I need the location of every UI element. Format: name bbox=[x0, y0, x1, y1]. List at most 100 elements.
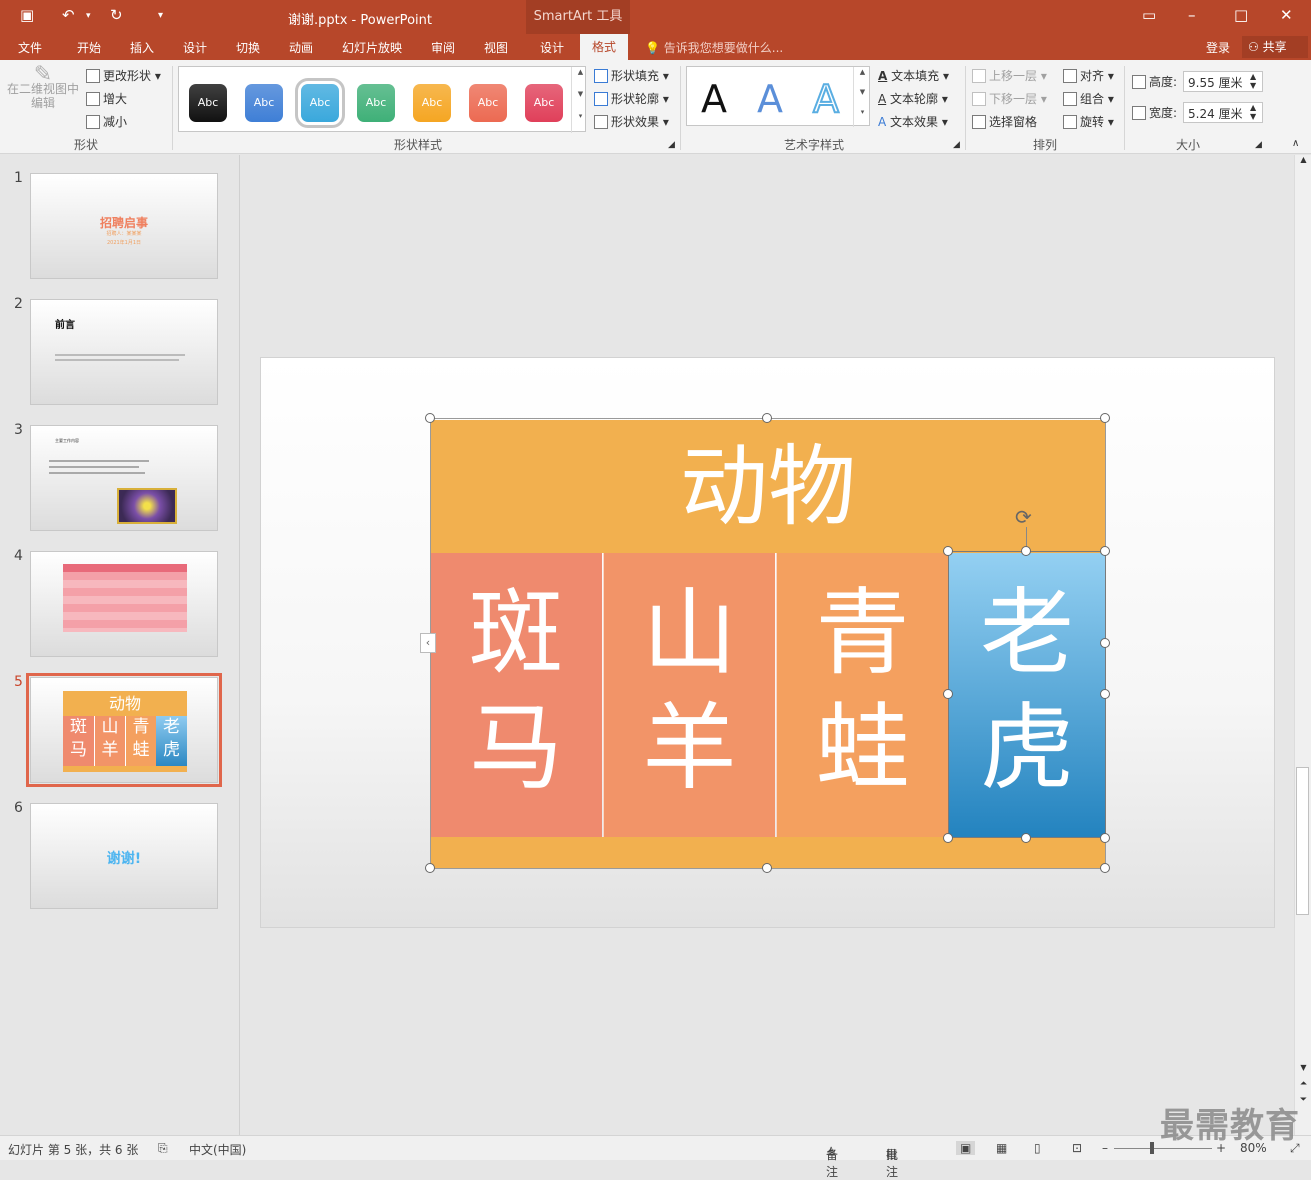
slideshow-icon[interactable]: ⊡ bbox=[1072, 1141, 1082, 1155]
width-spinner-icon[interactable]: ▲ ▼ bbox=[1250, 103, 1256, 121]
zoom-out-icon[interactable]: – bbox=[1102, 1141, 1108, 1155]
style-swatch-red[interactable]: Abc bbox=[525, 84, 563, 122]
redo-icon[interactable]: ↻ bbox=[110, 6, 123, 24]
wordart-black[interactable]: A bbox=[701, 77, 727, 121]
save-icon[interactable]: ▣ bbox=[20, 6, 34, 24]
text-pane-toggle-icon[interactable]: ‹ bbox=[420, 633, 436, 653]
shape-outline-button[interactable]: 形状轮廓 ▾ bbox=[594, 90, 669, 107]
shape-fill-button[interactable]: 形状填充 ▾ bbox=[594, 67, 669, 84]
undo-dropdown-icon[interactable]: ▾ bbox=[86, 11, 91, 21]
resize-handle[interactable] bbox=[762, 863, 772, 873]
smaller-button[interactable]: 减小 bbox=[86, 113, 127, 130]
bring-forward-button[interactable]: 上移一层 ▾ bbox=[972, 67, 1047, 84]
wordart-more-icon[interactable]: ▾ bbox=[853, 107, 871, 127]
undo-icon[interactable]: ↶ bbox=[62, 6, 75, 24]
zoom-slider-track[interactable] bbox=[1114, 1148, 1212, 1149]
slide-thumb-1[interactable]: 招聘启事 招聘人：某某某 2021年1月1日 bbox=[30, 173, 218, 279]
wordart-up-icon[interactable]: ▲ bbox=[853, 67, 871, 87]
selection-pane-button[interactable]: 选择窗格 bbox=[972, 113, 1037, 130]
style-swatch-lightblue[interactable]: Abc bbox=[295, 78, 345, 128]
tab-format[interactable]: 格式 bbox=[580, 34, 629, 60]
share-button[interactable]: ⚇ 共享 bbox=[1242, 36, 1308, 58]
slide-thumb-5[interactable]: 动物 斑马 山羊 青蛙 老虎 bbox=[26, 673, 222, 787]
resize-handle[interactable] bbox=[943, 689, 953, 699]
minimize-icon[interactable]: – bbox=[1188, 6, 1196, 24]
resize-handle[interactable] bbox=[425, 413, 435, 423]
collapse-ribbon-icon[interactable]: ∧ bbox=[1292, 138, 1299, 149]
resize-handle[interactable] bbox=[425, 863, 435, 873]
tab-transitions[interactable]: 切换 bbox=[236, 39, 260, 56]
maximize-icon[interactable]: □ bbox=[1234, 6, 1248, 24]
tab-review[interactable]: 审阅 bbox=[431, 39, 455, 56]
larger-button[interactable]: 增大 bbox=[86, 90, 127, 107]
tell-me-search[interactable]: 💡 告诉我您想要做什么... bbox=[645, 39, 783, 56]
customize-qat-icon[interactable]: ▾ bbox=[158, 10, 163, 21]
resize-handle[interactable] bbox=[1021, 546, 1031, 556]
dialog-launcher-icon[interactable]: ◢ bbox=[1255, 140, 1262, 150]
resize-handle[interactable] bbox=[1100, 413, 1110, 423]
tab-file[interactable]: 文件 bbox=[18, 39, 42, 56]
resize-handle[interactable] bbox=[1100, 638, 1110, 648]
change-shape-button[interactable]: 更改形状 ▾ bbox=[86, 67, 161, 84]
scroll-up-icon[interactable]: ▲ bbox=[1295, 155, 1311, 169]
text-effects-button[interactable]: A 文本效果 ▾ bbox=[878, 113, 948, 130]
resize-handle[interactable] bbox=[1021, 833, 1031, 843]
resize-handle[interactable] bbox=[943, 833, 953, 843]
group-label-shape: 形状 bbox=[74, 138, 99, 152]
slide-thumb-4[interactable] bbox=[30, 551, 218, 657]
style-swatch-green[interactable]: Abc bbox=[357, 84, 395, 122]
resize-handle[interactable] bbox=[1100, 546, 1110, 556]
gallery-up-icon[interactable]: ▲ bbox=[571, 67, 589, 89]
tab-home[interactable]: 开始 bbox=[77, 39, 101, 56]
rotate-button[interactable]: 旋转 ▾ bbox=[1063, 113, 1114, 130]
style-swatch-black[interactable]: Abc bbox=[189, 84, 227, 122]
tab-view[interactable]: 视图 bbox=[484, 39, 508, 56]
ribbon-display-icon[interactable]: ▭ bbox=[1142, 6, 1156, 24]
shape-effects-button[interactable]: 形状效果 ▾ bbox=[594, 113, 669, 130]
height-spinner-icon[interactable]: ▲ ▼ bbox=[1250, 72, 1256, 90]
text-outline-button[interactable]: A 文本轮廓 ▾ bbox=[878, 90, 948, 107]
tab-animations[interactable]: 动画 bbox=[289, 39, 313, 56]
style-swatch-orange[interactable]: Abc bbox=[413, 84, 451, 122]
normal-view-icon[interactable]: ▣ bbox=[956, 1141, 976, 1155]
gallery-more-icon[interactable]: ▾ bbox=[571, 111, 589, 133]
reading-view-icon[interactable]: ▯ bbox=[1034, 1141, 1041, 1155]
tab-insert[interactable]: 插入 bbox=[130, 39, 154, 56]
wordart-down-icon[interactable]: ▼ bbox=[853, 87, 871, 107]
wordart-outline[interactable]: A bbox=[812, 76, 840, 122]
prev-slide-icon[interactable]: ⏶ bbox=[1295, 1079, 1311, 1093]
vertical-scrollbar[interactable]: ▲ ▼ ⏶ ⏷ bbox=[1294, 155, 1311, 1135]
slide-thumb-6[interactable]: 谢谢! bbox=[30, 803, 218, 909]
login-button[interactable]: 登录 bbox=[1206, 39, 1230, 56]
resize-handle[interactable] bbox=[1100, 833, 1110, 843]
text-fill-button[interactable]: A 文本填充 ▾ bbox=[878, 67, 949, 84]
wordart-blue[interactable]: A bbox=[757, 77, 783, 121]
rotate-handle-icon[interactable]: ⟳ bbox=[1015, 505, 1032, 529]
dialog-launcher-icon[interactable]: ◢ bbox=[668, 140, 675, 150]
send-backward-button[interactable]: 下移一层 ▾ bbox=[972, 90, 1047, 107]
thumb-text-line bbox=[49, 466, 139, 468]
tab-design[interactable]: 设计 bbox=[183, 39, 207, 56]
gallery-down-icon[interactable]: ▼ bbox=[571, 89, 589, 111]
scroll-down-icon[interactable]: ▼ bbox=[1295, 1063, 1311, 1077]
resize-handle[interactable] bbox=[1100, 689, 1110, 699]
zoom-slider-thumb[interactable] bbox=[1150, 1142, 1154, 1154]
slide-thumb-2[interactable]: 前言 bbox=[30, 299, 218, 405]
slide-sorter-icon[interactable]: ▦ bbox=[996, 1141, 1007, 1155]
group-button[interactable]: 组合 ▾ bbox=[1063, 90, 1114, 107]
align-button[interactable]: 对齐 ▾ bbox=[1063, 67, 1114, 84]
language-indicator[interactable]: 中文(中国) bbox=[189, 1141, 246, 1158]
style-swatch-salmon[interactable]: Abc bbox=[469, 84, 507, 122]
tab-smartart-design[interactable]: 设计 bbox=[540, 39, 564, 56]
spellcheck-icon[interactable]: ⎘ bbox=[158, 1141, 168, 1156]
tab-slideshow[interactable]: 幻灯片放映 bbox=[342, 39, 402, 56]
resize-handle[interactable] bbox=[1100, 863, 1110, 873]
dialog-launcher-icon[interactable]: ◢ bbox=[953, 140, 960, 150]
edit-in-2d-button[interactable]: ✎ 在二维视图中编辑 bbox=[6, 64, 80, 111]
close-icon[interactable]: ✕ bbox=[1280, 6, 1293, 24]
resize-handle[interactable] bbox=[943, 546, 953, 556]
style-swatch-blue[interactable]: Abc bbox=[245, 84, 283, 122]
scroll-thumb[interactable] bbox=[1296, 767, 1309, 915]
resize-handle[interactable] bbox=[762, 413, 772, 423]
slide-thumb-3[interactable]: 主要工作内容 bbox=[30, 425, 218, 531]
